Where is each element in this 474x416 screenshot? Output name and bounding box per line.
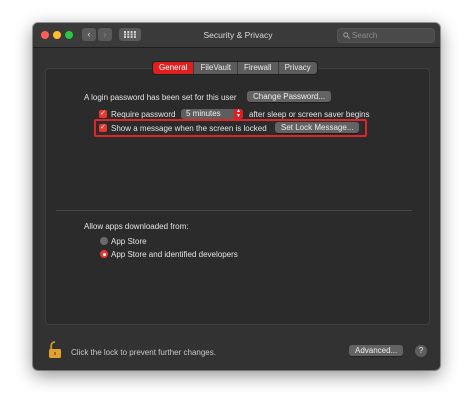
tab-bar: General FileVault Firewall Privacy <box>153 62 317 74</box>
advanced-button[interactable]: Advanced... <box>349 345 404 356</box>
login-password-text: A login password has been set for this u… <box>84 93 237 102</box>
help-button[interactable]: ? <box>415 345 427 357</box>
preferences-window: ‹ › Security & Privacy General FileVault… <box>33 23 440 370</box>
password-delay-popup[interactable]: 5 minutes ▲ ▼ <box>181 109 243 119</box>
forward-button[interactable]: › <box>98 28 112 41</box>
tab-privacy[interactable]: Privacy <box>278 62 317 74</box>
tab-general[interactable]: General <box>153 62 195 74</box>
radio-app-store-identified[interactable] <box>100 250 108 258</box>
tab-filevault[interactable]: FileVault <box>194 62 238 74</box>
zoom-window-button[interactable] <box>65 31 73 39</box>
section-divider <box>56 210 412 211</box>
set-lock-message-button[interactable]: Set Lock Message... <box>275 122 360 133</box>
tab-firewall[interactable]: Firewall <box>238 62 279 74</box>
content-panel <box>45 68 430 325</box>
title-bar: ‹ › Security & Privacy <box>33 23 440 48</box>
search-icon <box>343 32 350 39</box>
show-message-checkbox[interactable]: ✓ <box>99 124 107 132</box>
search-field[interactable] <box>337 28 435 43</box>
show-all-button[interactable] <box>119 28 141 41</box>
lock-text: Click the lock to prevent further change… <box>71 348 216 357</box>
require-password-checkbox[interactable]: ✓ <box>99 110 107 118</box>
search-input[interactable] <box>352 29 430 42</box>
lock-icon[interactable] <box>48 341 62 359</box>
popup-arrows-icon: ▲ ▼ <box>234 109 243 119</box>
password-delay-value: 5 minutes <box>186 109 221 118</box>
minimize-window-button[interactable] <box>53 31 61 39</box>
require-password-label: Require password <box>111 110 176 119</box>
require-password-suffix: after sleep or screen saver begins <box>249 110 370 119</box>
close-window-button[interactable] <box>41 31 49 39</box>
radio-app-store-label: App Store <box>111 237 147 246</box>
show-message-label: Show a message when the screen is locked <box>111 124 267 133</box>
allow-apps-label: Allow apps downloaded from: <box>84 222 189 231</box>
radio-app-store[interactable] <box>100 237 108 245</box>
radio-app-store-identified-label: App Store and identified developers <box>111 250 238 259</box>
window-title: Security & Privacy <box>203 30 273 40</box>
grid-icon <box>124 31 136 38</box>
change-password-button[interactable]: Change Password... <box>247 91 332 102</box>
back-button[interactable]: ‹ <box>82 28 96 41</box>
